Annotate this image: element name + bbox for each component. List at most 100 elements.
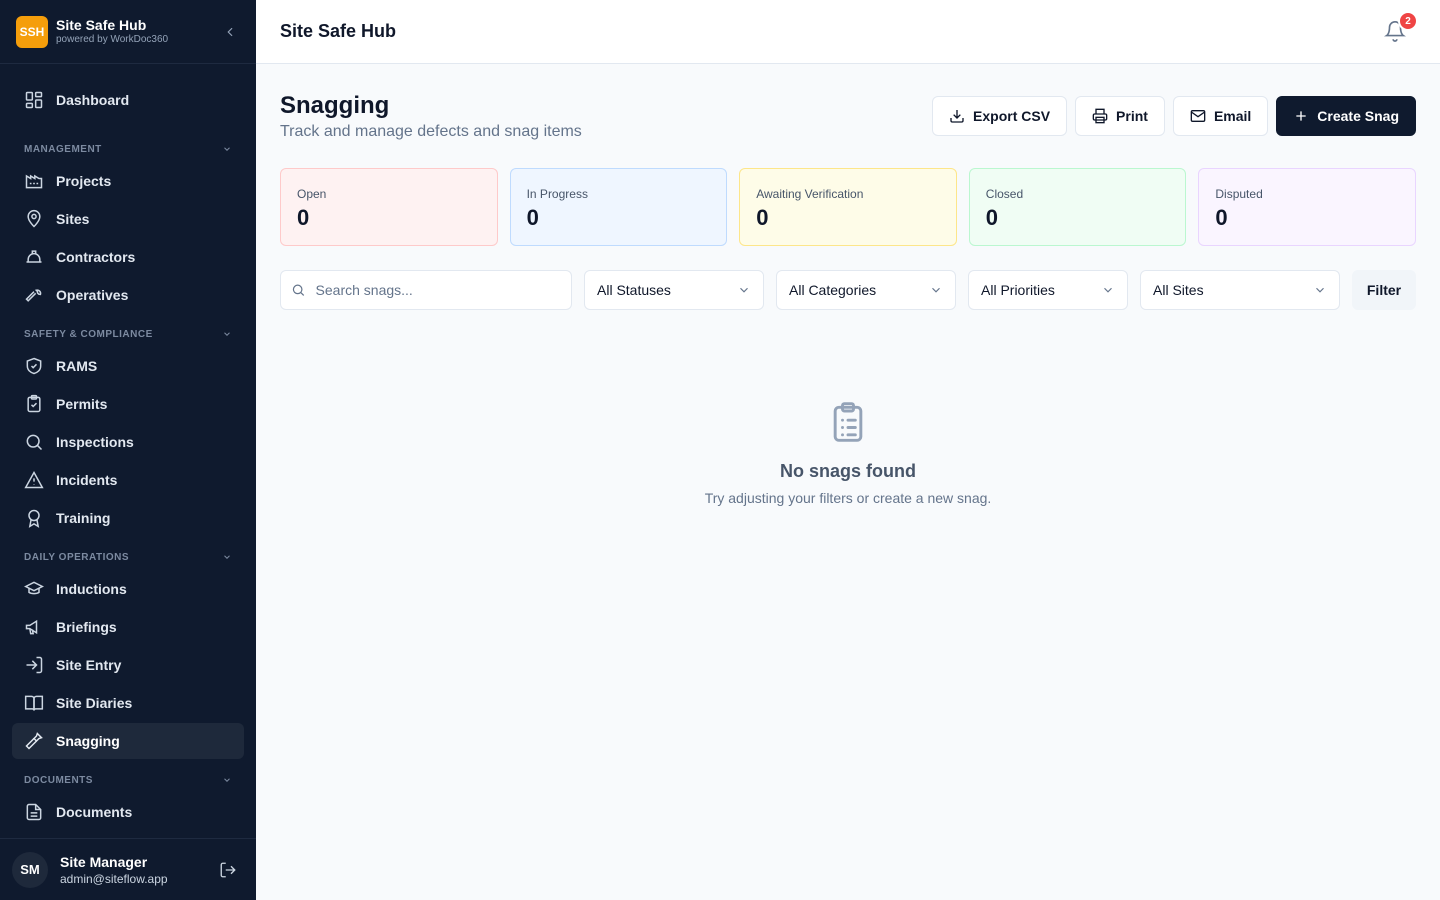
sidebar-item-incidents[interactable]: Incidents	[12, 462, 244, 498]
site-select[interactable]: All Sites	[1140, 270, 1340, 310]
stat-label: Closed	[985, 187, 1024, 201]
wrench-icon	[25, 289, 42, 302]
stat-label: Awaiting Verification	[756, 187, 864, 201]
select-value: All Priorities	[981, 282, 1055, 298]
sidebar-item-label: Projects	[56, 173, 112, 189]
status-select[interactable]: All Statuses	[584, 270, 764, 310]
select-value: All Sites	[1153, 282, 1204, 298]
logout-button[interactable]	[218, 860, 238, 880]
clipboard-list-icon	[833, 402, 863, 442]
search-input[interactable]	[315, 282, 561, 298]
brand-logo: SSH	[16, 15, 48, 48]
sidebar-item-site-entry[interactable]: Site Entry	[12, 647, 244, 683]
sidebar-item-label: Site Entry	[56, 657, 122, 673]
sidebar-item-sites[interactable]: Sites	[12, 201, 244, 237]
sidebar-item-dashboard[interactable]: Dashboard	[12, 82, 244, 118]
filter-button[interactable]: Filter	[1352, 270, 1416, 310]
stat-card-closed[interactable]: Closed 0	[968, 168, 1187, 246]
sidebar-item-snagging[interactable]: Snagging	[12, 723, 244, 759]
topbar: Site Safe Hub 2	[256, 0, 1440, 64]
stat-card-open[interactable]: Open 0	[280, 168, 498, 246]
sidebar-item-label: Incidents	[56, 472, 118, 488]
sidebar-item-site-diaries[interactable]: Site Diaries	[12, 685, 244, 721]
collapse-sidebar-button[interactable]	[220, 22, 240, 42]
button-label: Create Snag	[1317, 108, 1399, 124]
button-label: Print	[1116, 108, 1148, 124]
chevron-down-icon	[1104, 287, 1112, 293]
chevron-down-icon	[224, 778, 230, 782]
sidebar-item-label: Site Diaries	[56, 695, 133, 711]
section-label: MANAGEMENT	[24, 143, 102, 155]
sidebar-item-rams[interactable]: RAMS	[12, 348, 244, 384]
map-pin-icon	[27, 209, 41, 228]
plus-icon	[1296, 111, 1306, 121]
notification-badge: 2	[1398, 11, 1418, 31]
sidebar-item-label: Documents	[56, 804, 133, 820]
page-actions: Export CSV Print Email Create Snag	[932, 96, 1416, 136]
app-title: Site Safe Hub	[280, 21, 397, 41]
user-info: Site Manager admin@siteflow.app	[60, 853, 218, 887]
sidebar-item-label: Sites	[56, 211, 90, 227]
download-icon	[950, 110, 964, 123]
stat-label: In Progress	[526, 187, 588, 201]
sidebar: SSH Site Safe Hub powered by WorkDoc360 …	[0, 0, 256, 900]
stat-value: 0	[1215, 205, 1228, 230]
section-daily[interactable]: DAILY OPERATIONS	[24, 549, 232, 565]
file-text-icon	[26, 803, 42, 821]
priority-select[interactable]: All Priorities	[968, 270, 1128, 310]
section-management[interactable]: MANAGEMENT	[24, 141, 232, 157]
sidebar-item-documents[interactable]: Documents	[12, 794, 244, 830]
brand-tagline: powered by WorkDoc360	[56, 34, 169, 45]
sidebar-item-label: RAMS	[56, 358, 98, 374]
sidebar-item-label: Inductions	[56, 581, 127, 597]
sidebar-item-projects[interactable]: Projects	[12, 163, 244, 199]
sidebar-item-label: Briefings	[56, 619, 117, 635]
sidebar-item-label: Operatives	[56, 287, 129, 303]
book-open-icon	[24, 695, 44, 711]
brand-header: SSH Site Safe Hub powered by WorkDoc360	[0, 0, 256, 64]
stats-row: Open 0 In Progress 0 Awaiting Verificati…	[280, 168, 1416, 246]
section-safety[interactable]: SAFETY & COMPLIANCE	[24, 326, 232, 342]
hard-hat-icon	[26, 250, 42, 263]
stat-card-awaiting-verification[interactable]: Awaiting Verification 0	[739, 168, 957, 246]
button-label: Export CSV	[973, 108, 1051, 124]
sidebar-item-training[interactable]: Training	[12, 500, 244, 536]
select-value: All Statuses	[597, 282, 671, 298]
search-icon	[26, 434, 43, 451]
log-out-icon	[220, 862, 236, 877]
brand-name: Site Safe Hub	[56, 17, 147, 33]
page-title: Snagging	[280, 92, 390, 119]
stat-value: 0	[297, 205, 310, 230]
filters-bar: All Statuses All Categories All Prioriti…	[280, 270, 1416, 310]
sidebar-item-briefings[interactable]: Briefings	[12, 609, 244, 645]
chevron-down-icon	[932, 287, 940, 293]
sidebar-item-inductions[interactable]: Inductions	[12, 571, 244, 607]
email-button[interactable]: Email	[1172, 96, 1269, 136]
print-button[interactable]: Print	[1075, 96, 1165, 136]
stat-card-disputed[interactable]: Disputed 0	[1198, 168, 1416, 246]
section-documents[interactable]: DOCUMENTS	[24, 772, 232, 788]
sidebar-item-label: Dashboard	[56, 92, 130, 108]
stat-label: Disputed	[1215, 187, 1263, 201]
select-value: All Categories	[789, 282, 877, 298]
projects-icon	[25, 174, 43, 189]
create-snag-button[interactable]: Create Snag	[1276, 96, 1416, 136]
sidebar-item-label: Contractors	[56, 249, 136, 265]
export-csv-button[interactable]: Export CSV	[932, 96, 1068, 136]
sidebar-item-label: Snagging	[56, 733, 120, 749]
sidebar-item-label: Inspections	[56, 434, 134, 450]
sidebar-item-inspections[interactable]: Inspections	[12, 424, 244, 460]
search-box	[280, 270, 572, 310]
category-select[interactable]: All Categories	[776, 270, 956, 310]
stat-value: 0	[756, 205, 769, 230]
stat-card-in-progress[interactable]: In Progress 0	[509, 168, 728, 246]
sidebar-item-contractors[interactable]: Contractors	[12, 239, 244, 275]
warning-icon	[24, 470, 44, 489]
mail-icon	[1190, 110, 1206, 122]
hammer-icon	[25, 732, 43, 750]
sidebar-item-permits[interactable]: Permits	[12, 386, 244, 422]
empty-state: No snags found Try adjusting your filter…	[280, 398, 1416, 506]
chevron-down-icon	[1316, 287, 1324, 293]
empty-message: Try adjusting your filters or create a n…	[704, 490, 992, 506]
sidebar-item-operatives[interactable]: Operatives	[12, 277, 244, 313]
